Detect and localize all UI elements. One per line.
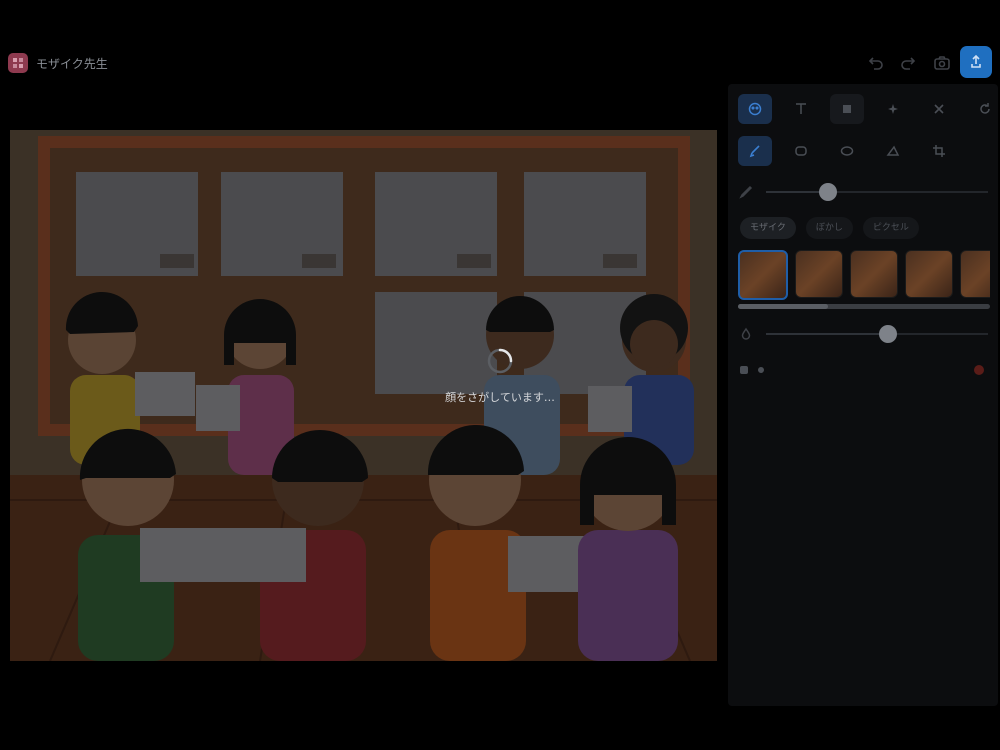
slider-knob[interactable]	[819, 183, 838, 201]
sparkle-tool[interactable]	[876, 94, 910, 124]
effect-thumbnail[interactable]	[960, 250, 990, 298]
tool-panel: モザイク ぼかし ピクセル	[728, 84, 998, 706]
misc-row	[740, 362, 988, 378]
chip-pixel[interactable]: ピクセル	[862, 217, 919, 239]
slider-knob[interactable]	[879, 325, 898, 343]
clear-tool[interactable]	[922, 94, 956, 124]
mode-chips: モザイク ぼかし ピクセル	[740, 217, 919, 239]
drop-icon	[738, 326, 754, 342]
photo-library-icon[interactable]	[933, 54, 951, 72]
reset-tool[interactable]	[968, 94, 1000, 124]
thumbnail-scrollbar[interactable]	[738, 304, 990, 309]
eraser-tool[interactable]	[876, 136, 910, 166]
undo-icon[interactable]	[866, 54, 884, 72]
chip-mosaic[interactable]: モザイク	[740, 217, 796, 239]
lasso-tool[interactable]	[784, 136, 818, 166]
tool-row-second	[738, 136, 956, 170]
record-icon[interactable]	[974, 365, 984, 375]
text-tool[interactable]	[784, 94, 818, 124]
strength-slider[interactable]	[738, 324, 990, 344]
pencil-icon	[738, 184, 754, 200]
app-logo-icon	[8, 53, 28, 73]
grid-icon[interactable]	[740, 366, 748, 374]
effect-thumbnail[interactable]	[905, 250, 953, 298]
brush-tool[interactable]	[738, 136, 772, 166]
ellipse-tool[interactable]	[830, 136, 864, 166]
crop-tool[interactable]	[922, 136, 956, 166]
chip-blur[interactable]: ぼかし	[805, 217, 853, 239]
effect-thumbnail[interactable]	[795, 250, 843, 298]
canvas-dim-overlay	[10, 130, 717, 661]
dot-icon[interactable]	[758, 367, 764, 373]
effect-thumbnails	[738, 250, 990, 300]
effect-thumbnail[interactable]	[850, 250, 898, 298]
tool-row-top	[738, 94, 1000, 128]
redo-icon[interactable]	[900, 54, 918, 72]
rect-tool[interactable]	[830, 94, 864, 124]
slider-fill	[766, 333, 889, 335]
app-title: モザイク先生	[36, 57, 108, 71]
face-detect-tool[interactable]	[738, 94, 772, 124]
scrollbar-thumb[interactable]	[738, 304, 828, 309]
share-button[interactable]	[960, 46, 992, 78]
effect-thumbnail[interactable]	[738, 250, 788, 300]
image-canvas[interactable]	[10, 130, 717, 661]
brush-size-slider[interactable]	[738, 182, 990, 202]
